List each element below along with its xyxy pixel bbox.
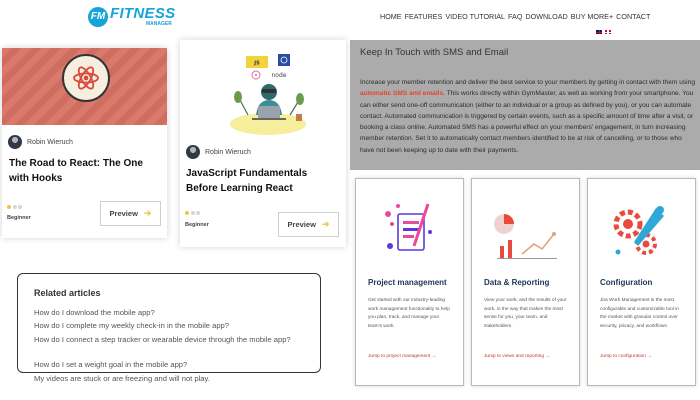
language-switcher [596, 30, 611, 34]
course-thumbnail: JS node [180, 40, 346, 135]
svg-text:JS: JS [253, 61, 260, 67]
feature-link[interactable]: Jump to project management → [368, 354, 436, 359]
sms-panel-body: Increase your member retention and deliv… [360, 77, 696, 156]
nav-video-tutorial[interactable]: VIDEO TUTORIAL [445, 12, 505, 21]
sms-body-rest: . This works directly within GymMaster, … [360, 90, 694, 154]
course-level: Beginner [185, 222, 209, 228]
course-author: Robin Wieruch [8, 135, 73, 149]
level-indicator [185, 211, 200, 215]
arrow-right-icon: ➔ [321, 219, 330, 229]
related-article-link[interactable]: How do I set a weight goal in the mobile… [34, 360, 187, 370]
level-dot [12, 205, 17, 209]
related-article-link[interactable]: My videos are stuck or are freezing and … [34, 374, 210, 384]
level-indicator [7, 205, 22, 209]
author-avatar [186, 145, 200, 159]
nav-contact[interactable]: CONTACT [616, 12, 650, 21]
nav-download[interactable]: DOWNLOAD [525, 12, 567, 21]
feature-title: Configuration [600, 278, 653, 287]
feature-card-configuration[interactable]: Configuration Jira Work Management is th… [587, 178, 696, 386]
sms-body-intro: Increase your member retention and deliv… [360, 79, 695, 86]
course-thumbnail [2, 48, 167, 125]
preview-button[interactable]: Preview ➔ [278, 212, 339, 237]
course-title[interactable]: JavaScript Fundamentals Before Learning … [186, 166, 336, 196]
level-dot [185, 211, 189, 215]
nav-home[interactable]: HOME [380, 12, 402, 21]
level-dot [190, 211, 195, 215]
feature-card-data-reporting[interactable]: Data & Reporting View your work, and the… [471, 178, 580, 386]
feature-title: Project management [368, 278, 447, 287]
feature-title: Data & Reporting [484, 278, 550, 287]
feature-link[interactable]: Jump to views and reporting → [484, 354, 550, 359]
feature-description: View your work, and the results of your … [484, 298, 567, 330]
developer-illustration-icon: JS node [230, 54, 306, 135]
nav-faq[interactable]: FAQ [508, 12, 522, 21]
logo-wordmark: FITNESS MANAGER [110, 6, 175, 27]
nav-buy-more[interactable]: BUY MORE+ [571, 12, 613, 21]
main-nav: HOME FEATURES VIDEO TUTORIAL FAQ DOWNLOA… [380, 12, 650, 21]
level-dot [7, 205, 11, 209]
react-logo-icon [62, 54, 110, 102]
fitness-manager-logo[interactable]: FM FITNESS MANAGER [88, 6, 175, 27]
author-name: Robin Wieruch [27, 138, 73, 146]
arrow-right-icon: ➔ [143, 208, 152, 218]
feature-description: Get started with our industry-leading wo… [368, 298, 450, 330]
author-name: Robin Wieruch [205, 148, 251, 156]
feature-description: Jira Work Management is the most configu… [600, 298, 679, 330]
level-dot [196, 211, 200, 215]
related-article-link[interactable]: How do I connect a step tracker or weara… [34, 335, 306, 345]
course-card-javascript-fundamentals[interactable]: JS node Robin Wieruch JavaScript Fundame… [180, 40, 346, 247]
data-reporting-illustration-icon [494, 214, 557, 259]
course-card-road-to-react[interactable]: Robin Wieruch The Road to React: The One… [2, 48, 167, 238]
configuration-illustration-icon [613, 206, 664, 255]
project-management-illustration-icon [385, 203, 432, 251]
logo-badge: FM [88, 6, 108, 27]
level-dot [18, 205, 22, 209]
preview-button[interactable]: Preview ➔ [100, 201, 161, 226]
related-articles-title: Related articles [34, 288, 101, 298]
svg-text:node: node [272, 72, 287, 79]
course-level: Beginner [7, 215, 31, 221]
preview-label: Preview [109, 209, 138, 218]
logo-sub-text: MANAGER [146, 21, 172, 27]
sms-body-highlight: automatic SMS and emails [360, 90, 444, 98]
nav-features[interactable]: FEATURES [405, 12, 443, 21]
flag-norway-icon[interactable] [605, 30, 611, 34]
related-article-link[interactable]: How do I download the mobile app? [34, 308, 155, 318]
course-title[interactable]: The Road to React: The One with Hooks [9, 156, 159, 186]
feature-card-project-management[interactable]: Project management Get started with our … [355, 178, 464, 386]
flag-uk-icon[interactable] [596, 30, 602, 34]
author-avatar [8, 135, 22, 149]
logo-main-text: FITNESS [110, 5, 176, 22]
course-author: Robin Wieruch [186, 145, 251, 159]
preview-label: Preview [287, 220, 316, 229]
sms-panel-title: Keep In Touch with SMS and Email [360, 47, 509, 58]
feature-link[interactable]: Jump to configuration → [600, 354, 652, 359]
related-article-link[interactable]: How do I complete my weekly check-in in … [34, 321, 229, 331]
